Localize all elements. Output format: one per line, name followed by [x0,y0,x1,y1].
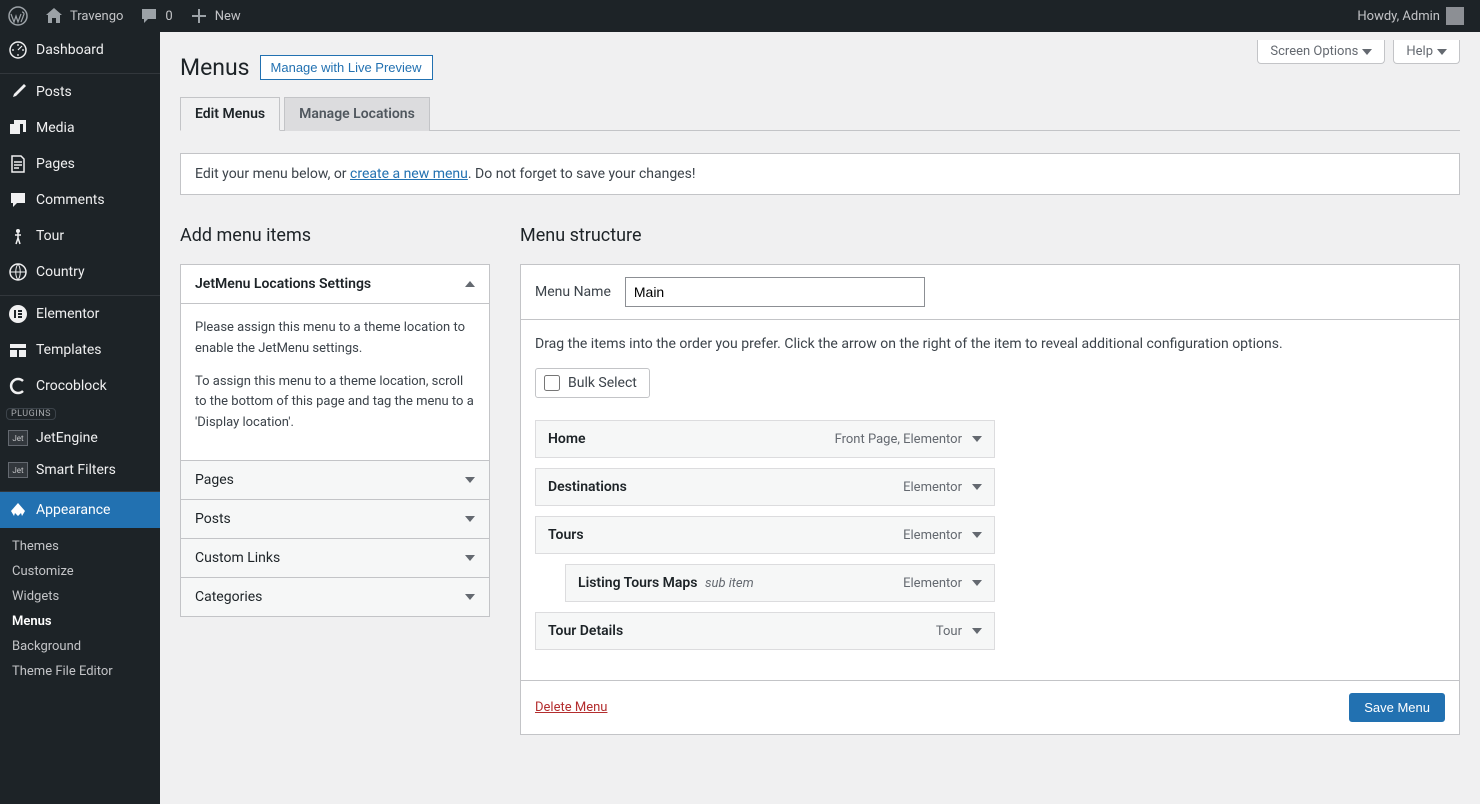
sidebar-item-appearance[interactable]: Appearance [0,492,160,528]
new-label: New [215,9,241,24]
bulk-select-toggle[interactable]: Bulk Select [535,368,650,398]
acc-jetmenu-body: Please assign this menu to a theme locat… [181,303,489,460]
new-content-link[interactable]: New [181,0,249,32]
sidebar-item-tour[interactable]: Tour [0,218,160,254]
sidebar-item-crocoblock[interactable]: Crocoblock [0,368,160,404]
menu-name-input[interactable] [625,277,925,307]
chevron-down-icon [465,594,475,600]
submenu-menus[interactable]: Menus [0,609,160,634]
submenu-customize[interactable]: Customize [0,559,160,584]
chevron-down-icon [465,516,475,522]
chevron-down-icon[interactable] [972,628,982,634]
jet-icon: Jet [8,462,28,478]
create-new-menu-link[interactable]: create a new menu [350,166,468,182]
nav-tabs: Edit Menus Manage Locations [180,97,1460,131]
chevron-down-icon[interactable] [972,580,982,586]
site-name-link[interactable]: Travengo [36,0,131,32]
avatar-icon [1446,7,1464,25]
chevron-down-icon [465,477,475,483]
chevron-down-icon [465,555,475,561]
menu-item-tour-details[interactable]: Tour DetailsTour [535,612,995,650]
chevron-up-icon [465,281,475,287]
chevron-down-icon [1362,49,1372,55]
sidebar-item-posts[interactable]: Posts [0,74,160,110]
acc-posts-head[interactable]: Posts [181,499,489,538]
howdy-label: Howdy, Admin [1357,9,1440,24]
structure-help-text: Drag the items into the order you prefer… [535,336,1445,352]
add-menu-items-title: Add menu items [180,225,490,246]
acc-jetmenu-head[interactable]: JetMenu Locations Settings [181,265,489,303]
sidebar-item-country[interactable]: Country [0,254,160,290]
main-content: Screen Options Help Menus Manage with Li… [160,32,1480,775]
menu-item-listing-tours-maps[interactable]: Listing Tours Maps sub itemElementor [565,564,995,602]
menu-name-label: Menu Name [535,284,611,300]
sidebar-item-pages[interactable]: Pages [0,146,160,182]
help-button[interactable]: Help [1393,40,1460,64]
comments-count: 0 [165,9,172,24]
submenu-appearance: Themes Customize Widgets Menus Backgroun… [0,528,160,694]
menu-item-tours[interactable]: ToursElementor [535,516,995,554]
acc-custom-links-head[interactable]: Custom Links [181,538,489,577]
admin-bar: Travengo 0 New Howdy, Admin [0,0,1480,32]
menu-items-list: HomeFront Page, Elementor DestinationsEl… [535,420,995,650]
manage-live-preview-button[interactable]: Manage with Live Preview [260,55,433,80]
edit-notice: Edit your menu below, or create a new me… [180,153,1460,195]
sidebar-item-smartfilters[interactable]: JetSmart Filters [0,454,160,486]
chevron-down-icon[interactable] [972,532,982,538]
menu-edit-panel: Menu Name Drag the items into the order … [520,264,1460,735]
comments-link[interactable]: 0 [131,0,180,32]
plugins-separator: PLUGINS [6,408,56,420]
tab-manage-locations[interactable]: Manage Locations [284,97,430,131]
menu-item-home[interactable]: HomeFront Page, Elementor [535,420,995,458]
sidebar-item-elementor[interactable]: Elementor [0,296,160,332]
bulk-select-checkbox[interactable] [544,375,560,391]
chevron-down-icon [1437,49,1447,55]
account-link[interactable]: Howdy, Admin [1349,0,1472,32]
menu-structure-title: Menu structure [520,225,1460,246]
submenu-theme-file-editor[interactable]: Theme File Editor [0,659,160,684]
add-items-accordion: JetMenu Locations Settings Please assign… [180,264,490,617]
save-menu-button[interactable]: Save Menu [1349,693,1445,722]
acc-categories-head[interactable]: Categories [181,577,489,616]
sidebar-item-templates[interactable]: Templates [0,332,160,368]
site-name-label: Travengo [70,9,123,24]
submenu-background[interactable]: Background [0,634,160,659]
jet-icon: Jet [8,430,28,446]
admin-sidebar: Dashboard Posts Media Pages Comments Tou… [0,32,160,804]
sidebar-item-comments[interactable]: Comments [0,182,160,218]
sidebar-item-media[interactable]: Media [0,110,160,146]
chevron-down-icon[interactable] [972,436,982,442]
tab-edit-menus[interactable]: Edit Menus [180,97,280,131]
page-title: Menus [180,54,250,81]
chevron-down-icon[interactable] [972,484,982,490]
submenu-themes[interactable]: Themes [0,534,160,559]
menu-item-destinations[interactable]: DestinationsElementor [535,468,995,506]
delete-menu-link[interactable]: Delete Menu [535,700,607,715]
acc-pages-head[interactable]: Pages [181,460,489,499]
sidebar-item-dashboard[interactable]: Dashboard [0,32,160,68]
screen-options-button[interactable]: Screen Options [1257,40,1385,64]
wp-logo-icon[interactable] [0,0,36,32]
sidebar-item-jetengine[interactable]: JetJetEngine [0,422,160,454]
submenu-widgets[interactable]: Widgets [0,584,160,609]
